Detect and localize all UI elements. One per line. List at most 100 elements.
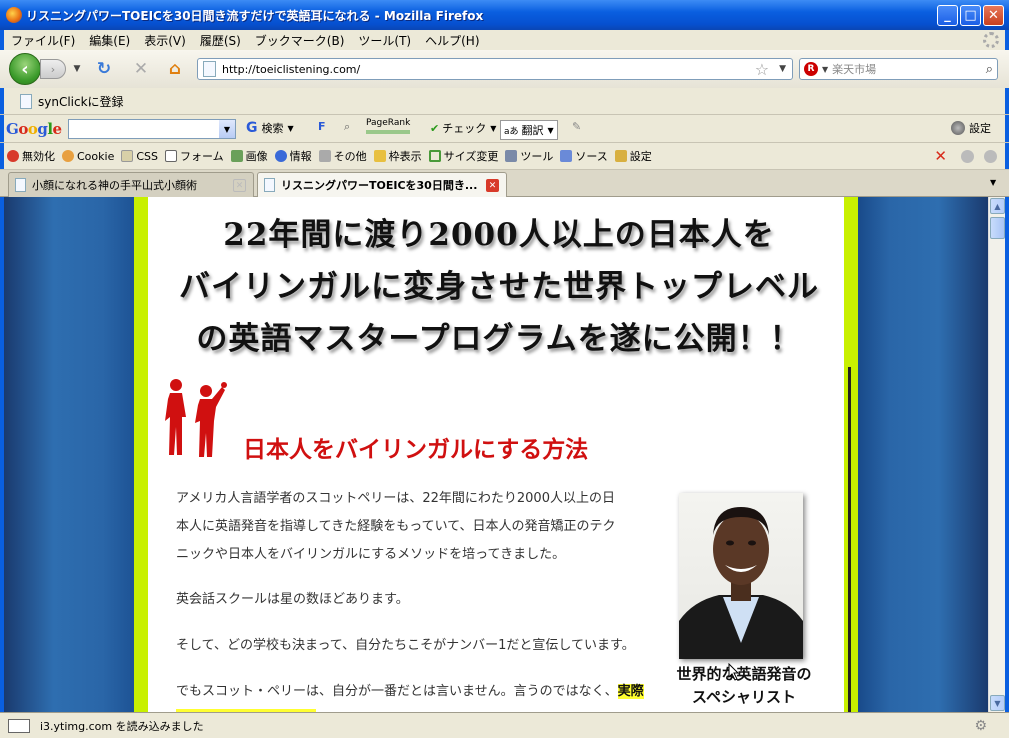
tab-list-icon[interactable]: ▼: [990, 178, 996, 187]
menu-tools[interactable]: ツール(T): [351, 32, 418, 49]
google-settings-button[interactable]: 設定: [951, 120, 991, 136]
menu-file[interactable]: ファイル(F): [4, 32, 82, 49]
chevron-down-icon[interactable]: ▼: [548, 126, 554, 135]
spellcheck-icon: ✔: [430, 121, 440, 135]
chevron-down-icon[interactable]: ▼: [219, 120, 235, 138]
minimize-button[interactable]: _: [937, 5, 958, 26]
wd-misc-label: その他: [333, 150, 367, 163]
menu-bookmarks[interactable]: ブックマーク(B): [248, 32, 352, 49]
profile-photo: [679, 493, 803, 659]
feed-icon: F: [318, 120, 326, 133]
page-container: 22年間に渡り2000人以上の日本人を バイリンガルに変身させた世界トップレベル…: [134, 197, 858, 712]
vertical-scrollbar[interactable]: ▲ ▼: [988, 197, 1005, 712]
misc-icon: [318, 150, 331, 162]
history-dropdown-icon[interactable]: ▼: [66, 59, 88, 79]
info-icon: [274, 150, 287, 162]
reload-button[interactable]: ↻: [93, 59, 115, 79]
tab-label: 小顔になれる神の手平山式小顔術: [32, 179, 197, 192]
close-toolbar-icon[interactable]: ✕: [934, 147, 947, 165]
wd-misc[interactable]: その他: [318, 148, 367, 164]
portrait-image: [679, 507, 803, 659]
chevron-down-icon[interactable]: ▼: [288, 124, 294, 133]
pencil-icon[interactable]: ✎: [572, 120, 581, 133]
spellcheck-button[interactable]: ✔ チェック ▼: [430, 120, 496, 136]
stop-button[interactable]: ✕: [130, 59, 152, 79]
tab-inactive[interactable]: 小顔になれる神の手平山式小顔術 ✕: [8, 172, 254, 197]
tab-active[interactable]: リスニングパワーTOEICを30日間き... ✕: [257, 172, 507, 197]
status-panel-icon[interactable]: [8, 718, 30, 733]
status-dot-icon: [961, 149, 974, 163]
throbber-icon: [983, 32, 999, 48]
back-button[interactable]: ‹: [9, 53, 41, 85]
wd-css[interactable]: CSS: [121, 150, 158, 163]
wd-disable[interactable]: 無効化: [7, 148, 55, 164]
wd-source[interactable]: ソース: [560, 148, 608, 164]
wd-resize[interactable]: サイズ変更: [428, 148, 498, 164]
caption-line: スペシャリスト: [692, 688, 796, 706]
status-text: i3.ytimg.com を読み込みました: [40, 719, 204, 733]
pagerank-bar: [366, 130, 411, 134]
engine-dropdown-icon[interactable]: ▼: [822, 65, 828, 74]
highlight-text: 実際: [617, 684, 644, 699]
paragraph-line: ニックや日本人をバイリンガルにするメソッドを培ってきました。: [176, 547, 566, 562]
menu-help[interactable]: ヘルプ(H): [418, 32, 486, 49]
paragraph-line: 本人に英語発音を指導してきた経験をもっていて、日本人の発音矯正のテク: [176, 519, 616, 534]
cookie-icon: [62, 150, 74, 162]
window-titlebar[interactable]: リスニングパワーTOEICを30日間き流すだけで英語耳になれる - Mozill…: [0, 0, 1009, 30]
wd-source-label: ソース: [575, 150, 608, 163]
bookmark-star-icon[interactable]: ☆: [755, 60, 769, 79]
translate-icon: aあ: [504, 126, 519, 137]
scroll-down-button[interactable]: ▼: [990, 695, 1005, 711]
search-box[interactable]: R ▼ 楽天市場 ⌕: [799, 58, 998, 80]
wd-options[interactable]: 設定: [614, 148, 652, 164]
wd-outline[interactable]: 枠表示: [373, 148, 422, 164]
wd-cookie[interactable]: Cookie: [62, 150, 114, 163]
url-dropdown-icon[interactable]: ▼: [779, 64, 786, 74]
paragraph-text: でもスコット・ペリーは、自分が一番だとは言いません。言うのではなく、: [176, 684, 618, 699]
google-search-input[interactable]: ▼: [68, 119, 236, 139]
wd-info-label: 情報: [289, 150, 312, 163]
wd-info[interactable]: 情報: [274, 148, 312, 164]
close-tab-icon[interactable]: ✕: [233, 179, 246, 192]
menu-history[interactable]: 履歴(S): [193, 32, 248, 49]
close-window-button[interactable]: ✕: [983, 5, 1004, 26]
menu-view[interactable]: 表示(V): [137, 32, 193, 49]
search-icon[interactable]: ⌕: [986, 62, 993, 77]
home-button[interactable]: ⌂: [164, 59, 186, 79]
wd-images-label: 画像: [245, 150, 268, 163]
source-icon: [560, 150, 573, 162]
forward-button[interactable]: ›: [40, 59, 66, 79]
google-logo[interactable]: Google: [6, 120, 62, 138]
page-headline: 22年間に渡り2000人以上の日本人を バイリンガルに変身させた世界トップレベル…: [162, 209, 836, 365]
bookmarks-toolbar: synClickに登録: [0, 88, 1009, 115]
pagerank-indicator[interactable]: PageRank: [366, 118, 410, 134]
spellcheck-label: チェック: [442, 122, 487, 135]
rakuten-icon[interactable]: R: [804, 62, 818, 76]
wd-css-label: CSS: [136, 149, 158, 163]
page-viewport[interactable]: 22年間に渡り2000人以上の日本人を バイリンガルに変身させた世界トップレベル…: [4, 197, 988, 712]
page-icon: [15, 178, 26, 192]
wd-forms[interactable]: フォーム: [165, 148, 224, 164]
translate-button[interactable]: aあ 翻訳 ▼: [500, 120, 558, 140]
address-bar[interactable]: http://toeiclistening.com/ ☆ ▼: [197, 58, 793, 80]
close-tab-icon[interactable]: ✕: [486, 179, 499, 192]
web-developer-toolbar: 無効化 Cookie CSS フォーム 画像 情報 その他 枠表示 サイズ変更 …: [0, 143, 1009, 170]
gear-icon[interactable]: ⚙: [974, 718, 987, 734]
chevron-down-icon[interactable]: ▼: [490, 124, 496, 133]
wrench-icon: [505, 150, 518, 162]
wd-images[interactable]: 画像: [230, 148, 268, 164]
firefox-icon: [6, 7, 22, 23]
intro-paragraph: アメリカ人言語学者のスコットペリーは、22年間にわたり2000人以上の日 本人に…: [176, 485, 616, 569]
wd-tools[interactable]: ツール: [505, 148, 553, 164]
scroll-up-button[interactable]: ▲: [990, 198, 1005, 214]
google-magnifier-button[interactable]: ⌕: [344, 120, 350, 134]
paragraph: でもスコット・ペリーは、自分が一番だとは言いません。言うのではなく、実際: [176, 678, 644, 706]
menu-edit[interactable]: 編集(E): [82, 32, 137, 49]
bookmark-item[interactable]: synClickに登録: [38, 93, 124, 110]
wd-options-label: 設定: [629, 150, 652, 163]
scroll-thumb[interactable]: [990, 217, 1005, 239]
paragraph-line: アメリカ人言語学者のスコットペリーは、22年間にわたり2000人以上の日: [176, 491, 615, 506]
google-news-button[interactable]: F: [318, 120, 326, 133]
maximize-button[interactable]: □: [960, 5, 981, 26]
google-search-button[interactable]: G 検索 ▼: [246, 120, 294, 136]
